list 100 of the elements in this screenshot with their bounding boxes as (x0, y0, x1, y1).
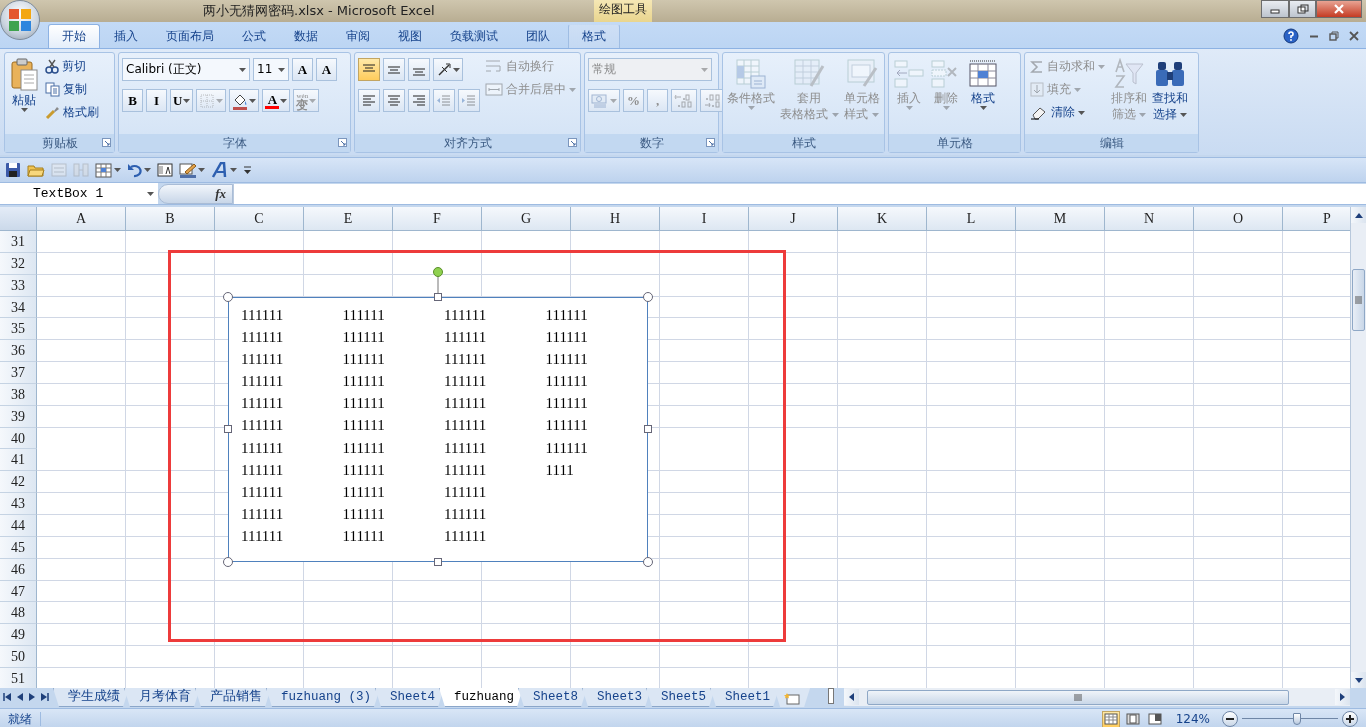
ribbon-tab[interactable]: 数据 (280, 24, 332, 48)
toolbar-button[interactable]: A (262, 89, 291, 112)
column-header[interactable]: H (571, 207, 660, 231)
horizontal-scrollbar[interactable] (844, 688, 1350, 706)
ribbon-tab[interactable]: 视图 (384, 24, 436, 48)
zoom-out-button[interactable] (1222, 711, 1238, 727)
row-header[interactable]: 51 (0, 667, 37, 688)
column-header[interactable]: N (1105, 207, 1194, 231)
ribbon-button[interactable]: 粘贴 (8, 56, 40, 134)
dialog-launcher-button[interactable] (568, 138, 577, 147)
dialog-launcher-button[interactable] (338, 138, 347, 147)
office-button[interactable] (0, 0, 40, 40)
formula-input[interactable] (233, 183, 1366, 204)
toolbar-button[interactable]: A (292, 58, 313, 81)
row-header[interactable]: 34 (0, 296, 37, 319)
row-header[interactable]: 36 (0, 340, 37, 363)
toolbar-button[interactable] (156, 162, 174, 178)
sheet-tab[interactable]: 学生成绩 (53, 688, 129, 707)
column-header[interactable]: J (749, 207, 838, 231)
slider-thumb[interactable] (1292, 713, 1301, 725)
column-header[interactable]: G (482, 207, 571, 231)
dropdown-field[interactable]: 11 (253, 58, 289, 81)
zoom-slider[interactable] (1242, 713, 1338, 725)
scroll-down-button[interactable] (1351, 672, 1366, 688)
ribbon-button[interactable]: 剪切 (43, 56, 101, 77)
row-header[interactable]: 31 (0, 231, 37, 253)
dialog-launcher-button[interactable] (706, 138, 715, 147)
row-header[interactable]: 46 (0, 558, 37, 581)
column-header[interactable]: C (215, 207, 304, 231)
minimize-button[interactable] (1261, 0, 1289, 18)
column-header[interactable]: O (1194, 207, 1283, 231)
row-header[interactable]: 48 (0, 602, 37, 625)
ribbon-tab[interactable]: 公式 (228, 24, 280, 48)
column-header[interactable]: P (1283, 207, 1350, 231)
zoom-in-button[interactable] (1342, 711, 1358, 727)
row-header[interactable]: 41 (0, 449, 37, 472)
row-header[interactable]: 44 (0, 514, 37, 537)
row-header[interactable]: 45 (0, 536, 37, 559)
row-header[interactable]: 47 (0, 580, 37, 603)
row-header[interactable]: 50 (0, 646, 37, 668)
insert-function-button[interactable]: fx (158, 183, 233, 204)
close-button[interactable] (1316, 0, 1362, 18)
column-header[interactable]: F (393, 207, 482, 231)
row-header[interactable]: 49 (0, 624, 37, 647)
column-header[interactable]: B (126, 207, 215, 231)
row-header[interactable]: 42 (0, 471, 37, 494)
column-header[interactable]: M (1016, 207, 1105, 231)
toolbar-button[interactable] (242, 165, 253, 175)
restore-button[interactable] (1328, 31, 1340, 41)
name-box[interactable]: TextBox 1 (0, 183, 158, 204)
column-header[interactable]: L (927, 207, 1016, 231)
ribbon-tab[interactable]: 开始 (48, 24, 100, 48)
ribbon-button[interactable]: 查找和 选择 (1151, 56, 1189, 134)
view-button[interactable] (1145, 710, 1164, 727)
row-header[interactable]: 43 (0, 493, 37, 515)
minimize-button[interactable] (1308, 34, 1320, 38)
ribbon-button[interactable]: 清除 (1028, 102, 1107, 123)
row-header[interactable]: 37 (0, 362, 37, 384)
sheet-tab[interactable]: fuzhuang (3) (266, 688, 380, 707)
ribbon-button[interactable]: 格式 (966, 56, 1000, 134)
row-header[interactable]: 33 (0, 274, 37, 297)
toolbar-button[interactable] (4, 162, 22, 178)
toolbar-button[interactable] (433, 58, 463, 81)
ribbon-button[interactable]: 复制 (43, 79, 101, 100)
ribbon-tab[interactable]: 团队 (512, 24, 564, 48)
dialog-launcher-button[interactable] (102, 138, 111, 147)
ribbon-tab[interactable]: 负载测试 (436, 24, 512, 48)
ribbon-tab[interactable]: 审阅 (332, 24, 384, 48)
split-handle[interactable] (828, 688, 835, 704)
ribbon-tab[interactable]: 页面布局 (152, 24, 228, 48)
new-sheet-button[interactable] (774, 688, 811, 707)
vertical-scrollbar[interactable] (1350, 207, 1366, 688)
help-button[interactable] (1282, 28, 1300, 44)
sheet-tab[interactable]: 月考体育 (124, 688, 200, 707)
row-header[interactable]: 38 (0, 383, 37, 406)
row-header[interactable]: 40 (0, 427, 37, 450)
column-header[interactable]: I (660, 207, 749, 231)
toolbar-button[interactable]: A (316, 58, 337, 81)
ribbon-button[interactable]: 格式刷 (43, 102, 101, 123)
column-header[interactable]: E (304, 207, 393, 231)
restore-button[interactable] (1289, 0, 1316, 18)
column-header[interactable]: A (37, 207, 126, 231)
close-button[interactable] (1348, 31, 1360, 41)
sheet-tab[interactable]: 产品销售 (195, 688, 271, 707)
toolbar-button[interactable]: U (170, 89, 194, 112)
scroll-thumb[interactable] (1352, 269, 1365, 331)
toolbar-button[interactable] (229, 89, 260, 112)
view-button[interactable] (1123, 710, 1142, 727)
scroll-left-button[interactable] (844, 689, 860, 705)
ribbon-tab[interactable]: 格式 (568, 24, 620, 48)
scroll-up-button[interactable] (1351, 207, 1366, 223)
toolbar-button[interactable]: I (146, 89, 167, 112)
toolbar-button[interactable]: B (122, 89, 143, 112)
ribbon-tab[interactable]: 插入 (100, 24, 152, 48)
scroll-thumb[interactable] (867, 689, 1290, 705)
column-header[interactable]: K (838, 207, 927, 231)
row-header[interactable]: 39 (0, 405, 37, 428)
dropdown-field[interactable]: Calibri (正文) (122, 58, 250, 81)
row-header[interactable]: 35 (0, 318, 37, 341)
row-header[interactable]: 32 (0, 252, 37, 275)
